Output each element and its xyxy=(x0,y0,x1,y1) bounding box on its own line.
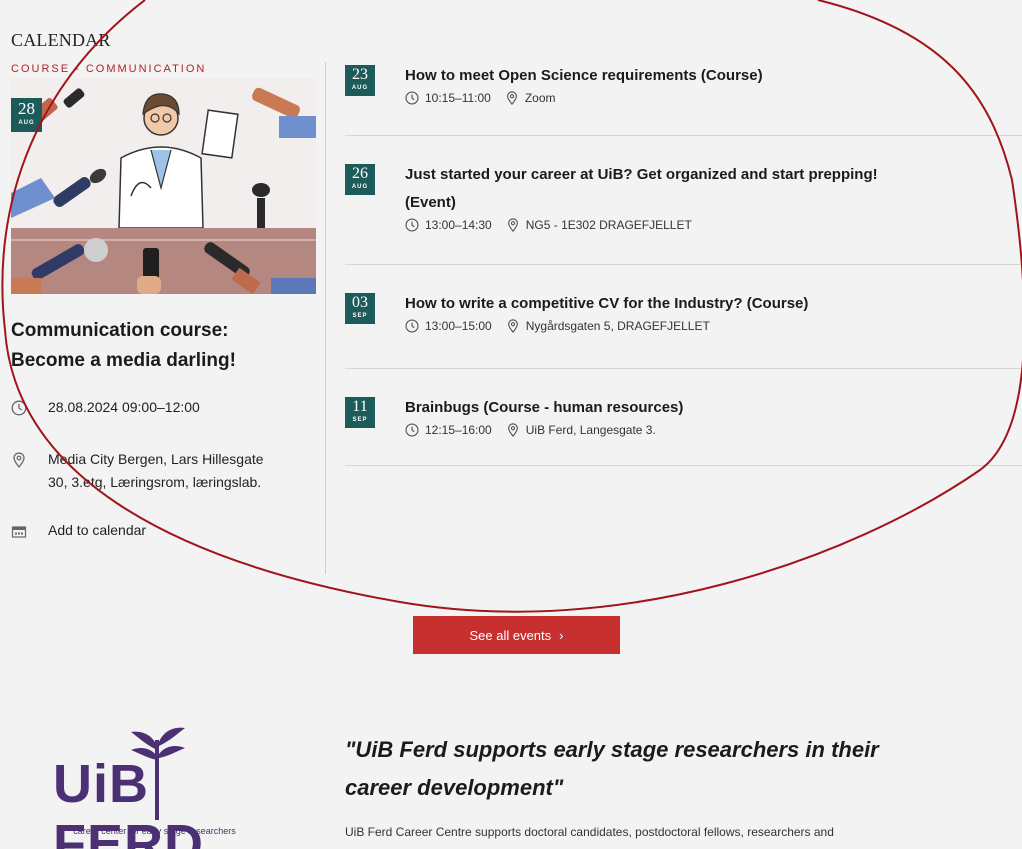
event-title[interactable]: Just started your career at UiB? Get org… xyxy=(405,161,1022,217)
event-body: Brainbugs (Course - human resources) 12:… xyxy=(405,394,1022,438)
event-title-line-2[interactable]: (Event) xyxy=(405,189,1022,217)
location-pin-icon xyxy=(505,91,519,105)
event-month: AUG xyxy=(351,85,369,91)
featured-date-badge: 28 AUG xyxy=(11,98,42,132)
event-body: How to write a competitive CV for the In… xyxy=(405,290,1022,334)
badge-day: 28 xyxy=(18,99,35,118)
intro-text: UiB Ferd Career Centre supports doctoral… xyxy=(345,825,834,839)
event-day: 03 xyxy=(352,294,368,311)
event-day: 11 xyxy=(352,398,368,415)
event-time: 13:00–14:30 xyxy=(425,218,492,232)
add-to-calendar-link[interactable]: Add to calendar xyxy=(48,519,310,542)
clock-icon xyxy=(11,396,48,423)
event-time: 13:00–15:00 xyxy=(425,319,492,333)
featured-meta: 28.08.2024 09:00–12:00 Media City Bergen… xyxy=(11,396,316,546)
event-month: AUG xyxy=(351,184,369,190)
featured-location-line-2: 30, 3.etg, Læringsrom, læringslab. xyxy=(48,474,262,490)
mission-quote: "UiB Ferd supports early stage researche… xyxy=(345,737,879,800)
event-location: Nygårdsgaten 5, DRAGEFJELLET xyxy=(525,319,710,333)
clock-icon xyxy=(405,218,419,232)
event-month: SEP xyxy=(352,313,368,319)
event-meta: 13:00–15:00 Nygårdsgaten 5, DRAGEFJELLET xyxy=(405,318,1022,334)
calendar-heading: CALENDAR xyxy=(11,30,111,50)
see-all-events-button[interactable]: See all events › xyxy=(413,616,620,654)
logo-tagline: career center for early stage researcher… xyxy=(73,826,236,836)
event-meta: 10:15–11:00 Zoom xyxy=(405,90,1022,106)
featured-event[interactable]: COURSE - COMMUNICATION 28 AUG Communicat… xyxy=(11,62,316,571)
event-item[interactable]: 11 SEP Brainbugs (Course - human resourc… xyxy=(345,369,1022,466)
event-location: Zoom xyxy=(524,91,556,105)
add-to-calendar-row[interactable]: Add to calendar xyxy=(11,519,316,546)
clock-icon xyxy=(405,91,419,105)
chevron-right-icon: › xyxy=(559,627,564,643)
column-divider xyxy=(325,62,326,574)
clock-icon xyxy=(405,423,419,437)
event-date-badge: 03 SEP xyxy=(345,293,375,324)
event-title[interactable]: How to write a competitive CV for the In… xyxy=(405,290,1022,318)
event-time: 12:15–16:00 xyxy=(425,423,492,437)
event-date-badge: 23 AUG xyxy=(345,65,375,96)
featured-location: Media City Bergen, Lars Hillesgate 30, 3… xyxy=(48,448,310,494)
event-location: NG5 - 1E302 DRAGEFJELLET xyxy=(525,218,692,232)
event-meta: 12:15–16:00 UiB Ferd, Langesgate 3. xyxy=(405,422,1022,438)
media-illustration xyxy=(11,78,316,294)
featured-datetime-row: 28.08.2024 09:00–12:00 xyxy=(11,396,316,423)
event-item[interactable]: 23 AUG How to meet Open Science requirem… xyxy=(345,62,1022,136)
event-body: Just started your career at UiB? Get org… xyxy=(405,161,1022,233)
see-all-label[interactable]: See all events xyxy=(469,628,551,643)
event-title[interactable]: Brainbugs (Course - human resources) xyxy=(405,394,1022,422)
event-meta: 13:00–14:30 NG5 - 1E302 DRAGEFJELLET xyxy=(405,217,1022,233)
location-pin-icon xyxy=(506,319,520,333)
event-body: How to meet Open Science requirements (C… xyxy=(405,62,1022,106)
featured-image[interactable]: 28 AUG xyxy=(11,78,316,294)
location-pin-icon xyxy=(506,218,520,232)
calendar-icon[interactable] xyxy=(11,519,48,546)
event-title[interactable]: How to meet Open Science requirements (C… xyxy=(405,62,1022,90)
clock-icon xyxy=(405,319,419,333)
featured-location-row: Media City Bergen, Lars Hillesgate 30, 3… xyxy=(11,448,316,494)
event-date-badge: 26 AUG xyxy=(345,164,375,195)
logo-text-uib: UiB xyxy=(53,754,149,814)
event-date-badge: 11 SEP xyxy=(345,397,375,428)
event-item[interactable]: 26 AUG Just started your career at UiB? … xyxy=(345,136,1022,265)
featured-datetime: 28.08.2024 09:00–12:00 xyxy=(48,399,200,415)
featured-title[interactable]: Communication course: Become a media dar… xyxy=(11,316,316,376)
event-day: 23 xyxy=(352,66,368,83)
location-pin-icon xyxy=(506,423,520,437)
location-pin-icon xyxy=(11,448,48,475)
event-day: 26 xyxy=(352,165,368,182)
event-title-line-1[interactable]: Just started your career at UiB? Get org… xyxy=(405,161,1022,189)
featured-location-line-1: Media City Bergen, Lars Hillesgate xyxy=(48,451,264,467)
event-location: UiB Ferd, Langesgate 3. xyxy=(525,423,656,437)
featured-category[interactable]: COURSE - COMMUNICATION xyxy=(11,62,316,76)
featured-title-line-2[interactable]: Become a media darling! xyxy=(11,346,316,376)
event-time: 10:15–11:00 xyxy=(425,91,491,105)
event-list: 23 AUG How to meet Open Science requirem… xyxy=(345,62,1022,466)
event-item[interactable]: 03 SEP How to write a competitive CV for… xyxy=(345,265,1022,369)
featured-title-line-1[interactable]: Communication course: xyxy=(11,316,316,346)
event-month: SEP xyxy=(352,417,368,423)
badge-month: AUG xyxy=(18,120,35,126)
